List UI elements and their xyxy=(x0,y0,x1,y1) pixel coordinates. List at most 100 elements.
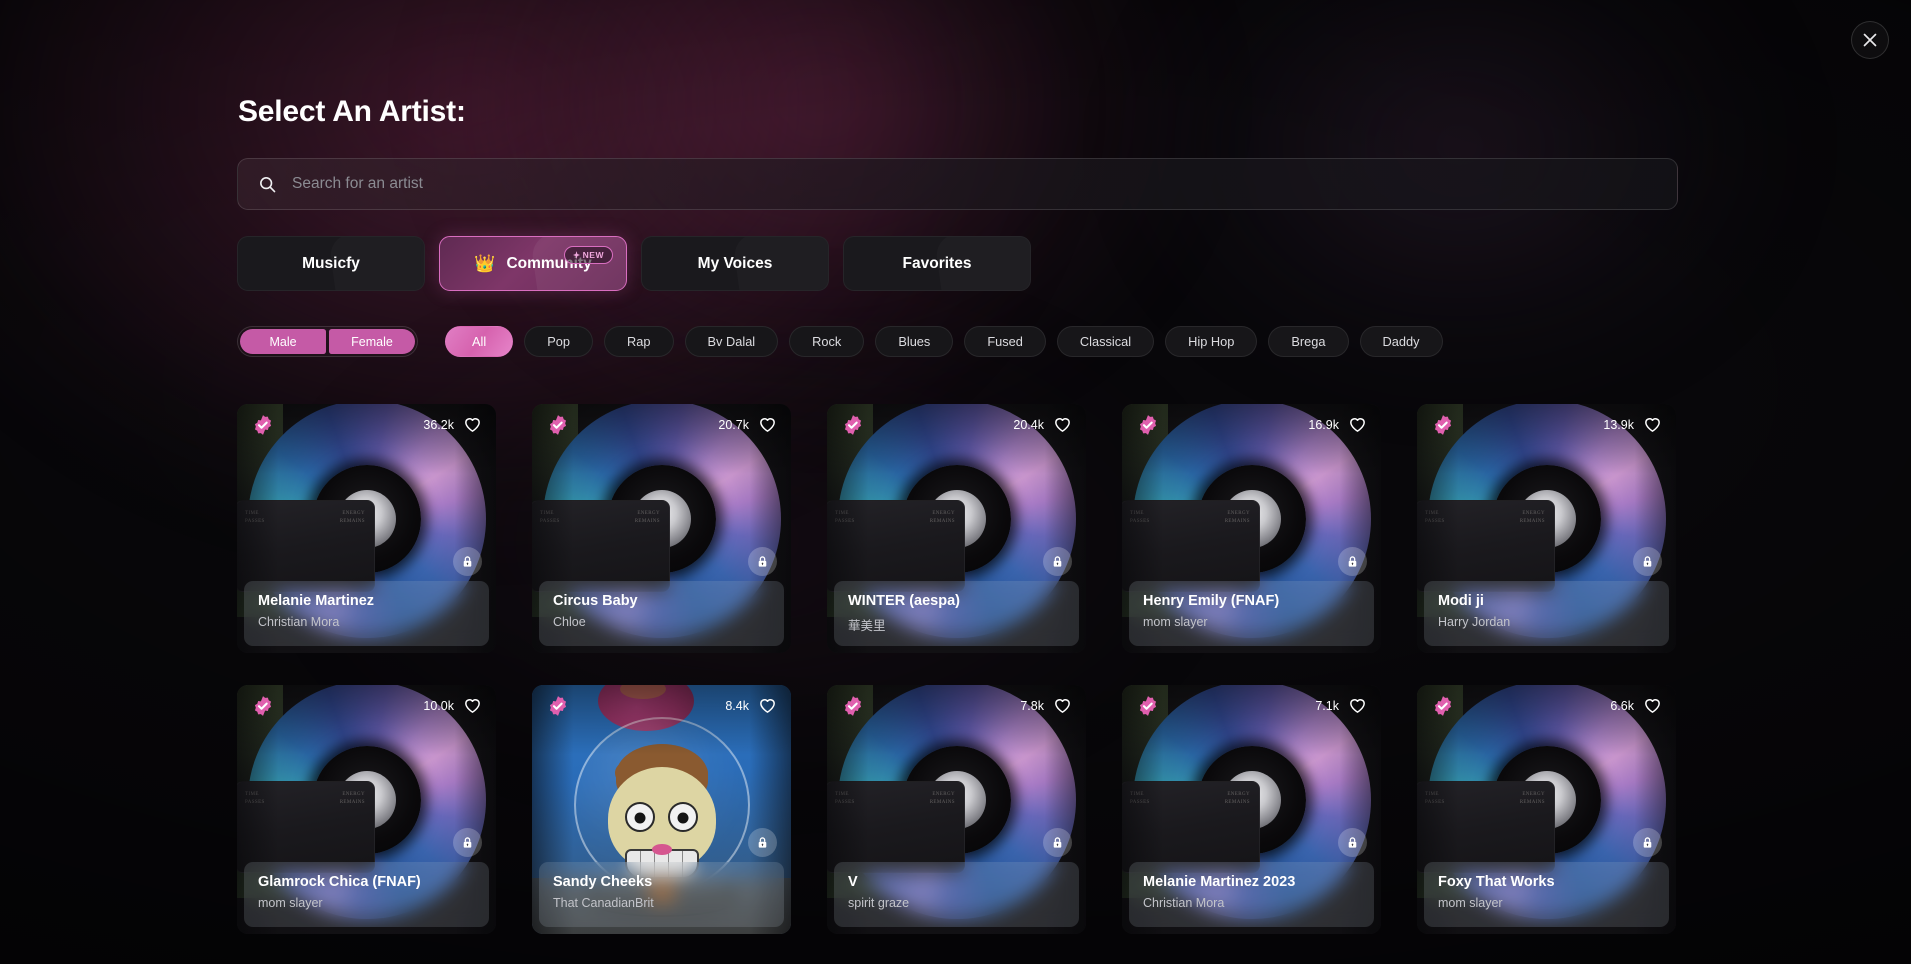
artist-card[interactable]: TIMEPASSESENERGYREMAINS10.0kGlamrock Chi… xyxy=(237,685,496,934)
lock-button[interactable] xyxy=(1633,828,1662,857)
new-badge-label: NEW xyxy=(582,250,604,260)
artist-card[interactable]: TIMEPASSESENERGYREMAINS16.9kHenry Emily … xyxy=(1122,404,1381,653)
genre-chip-blues[interactable]: Blues xyxy=(875,326,954,357)
like-count: 13.9k xyxy=(1603,417,1634,432)
new-badge: NEW xyxy=(563,246,613,264)
like-control[interactable]: 8.4k xyxy=(725,696,777,715)
source-tabs: Musicfy NEW 👑 Community My Voices Favori… xyxy=(237,236,1031,291)
like-control[interactable]: 36.2k xyxy=(423,415,482,434)
search-input[interactable] xyxy=(292,159,1657,209)
artist-creator: 華美里 xyxy=(848,619,886,633)
artist-name: Melanie Martinez xyxy=(258,593,375,609)
like-control[interactable]: 20.4k xyxy=(1013,415,1072,434)
verified-badge xyxy=(1432,695,1454,717)
tab-favorites[interactable]: Favorites xyxy=(843,236,1031,291)
genre-chip-rap[interactable]: Rap xyxy=(604,326,674,357)
close-button[interactable] xyxy=(1851,21,1889,59)
lock-icon xyxy=(1348,556,1357,567)
like-control[interactable]: 16.9k xyxy=(1308,415,1367,434)
like-count: 10.0k xyxy=(423,698,454,713)
artist-name: Glamrock Chica (FNAF) xyxy=(258,874,421,890)
artist-name: Circus Baby xyxy=(553,593,638,609)
artist-name: Sandy Cheeks xyxy=(553,874,653,890)
artist-card[interactable]: TIMEPASSESENERGYREMAINS20.4kWINTER (aesp… xyxy=(827,404,1086,653)
lock-icon xyxy=(463,556,472,567)
lock-button[interactable] xyxy=(748,547,777,576)
lock-button[interactable] xyxy=(1633,547,1662,576)
genre-chip-classical[interactable]: Classical xyxy=(1056,326,1155,357)
genre-chip-daddy[interactable]: Daddy xyxy=(1359,326,1443,357)
like-heart-icon[interactable] xyxy=(1643,696,1662,715)
like-heart-icon[interactable] xyxy=(463,415,482,434)
like-control[interactable]: 7.8k xyxy=(1020,696,1072,715)
artist-nameplate: Glamrock Chica (FNAF) mom slayer xyxy=(244,862,489,927)
tab-community[interactable]: NEW 👑 Community xyxy=(439,236,627,291)
gender-filter-female[interactable]: Female xyxy=(329,329,415,354)
artist-nameplate: Foxy That Works mom slayer xyxy=(1424,862,1669,927)
genre-chip-fused[interactable]: Fused xyxy=(964,326,1046,357)
artist-nameplate: Melanie Martinez 2023 Christian Mora xyxy=(1129,862,1374,927)
like-heart-icon[interactable] xyxy=(1643,415,1662,434)
gender-filter-male[interactable]: Male xyxy=(240,329,326,354)
artist-name: Foxy That Works xyxy=(1438,874,1555,890)
verified-badge-icon xyxy=(549,696,567,716)
genre-chip-label: Hip Hop xyxy=(1188,334,1235,349)
tab-my-voices[interactable]: My Voices xyxy=(641,236,829,291)
search-bar[interactable] xyxy=(237,158,1678,210)
genre-chip-label: Fused xyxy=(987,334,1023,349)
lock-button[interactable] xyxy=(453,547,482,576)
like-control[interactable]: 10.0k xyxy=(423,696,482,715)
lock-icon xyxy=(1348,837,1357,848)
lock-button[interactable] xyxy=(1043,547,1072,576)
modal-content: Select An Artist: Musicfy NEW xyxy=(237,0,1682,964)
sparkle-icon xyxy=(572,251,580,259)
genre-chip-pop[interactable]: Pop xyxy=(524,326,594,357)
artist-creator: mom slayer xyxy=(1143,615,1208,629)
artist-grid: TIMEPASSESENERGYREMAINS36.2kMelanie Mart… xyxy=(237,404,1676,934)
lock-icon xyxy=(1053,837,1062,848)
artist-card[interactable]: TIMEPASSESENERGYREMAINS36.2kMelanie Mart… xyxy=(237,404,496,653)
artist-card[interactable]: TIMEPASSESENERGYREMAINS13.9kModi jiHarry… xyxy=(1417,404,1676,653)
artist-card[interactable]: TIMEPASSESENERGYREMAINS7.8kVspirit graze xyxy=(827,685,1086,934)
gender-filter-male-label: Male xyxy=(269,334,297,349)
character-tongue xyxy=(651,844,672,856)
genre-chip-label: Blues xyxy=(898,334,931,349)
artist-card[interactable]: TIMEPASSESENERGYREMAINS7.1kMelanie Marti… xyxy=(1122,685,1381,934)
like-control[interactable]: 13.9k xyxy=(1603,415,1662,434)
artist-name: V xyxy=(848,874,858,890)
lock-button[interactable] xyxy=(1338,828,1367,857)
genre-chip-bv-dalal[interactable]: Bv Dalal xyxy=(684,326,779,357)
lock-button[interactable] xyxy=(1338,547,1367,576)
verified-badge-icon xyxy=(1434,415,1452,435)
artist-nameplate: Circus Baby Chloe xyxy=(539,581,784,646)
genre-chip-hip-hop[interactable]: Hip Hop xyxy=(1165,326,1258,357)
lock-button[interactable] xyxy=(453,828,482,857)
like-control[interactable]: 7.1k xyxy=(1315,696,1367,715)
artist-card[interactable]: TIMEPASSESENERGYREMAINS20.7kCircus BabyC… xyxy=(532,404,791,653)
like-heart-icon[interactable] xyxy=(1348,696,1367,715)
artist-card[interactable]: TIMEPASSESENERGYREMAINS6.6kFoxy That Wor… xyxy=(1417,685,1676,934)
genre-chip-rock[interactable]: Rock xyxy=(789,326,865,357)
like-control[interactable]: 20.7k xyxy=(718,415,777,434)
lock-icon xyxy=(1643,837,1652,848)
artist-card[interactable]: 8.4k Sandy Cheeks That CanadianBrit xyxy=(532,685,791,934)
like-heart-icon[interactable] xyxy=(1348,415,1367,434)
genre-chip-label: Rock xyxy=(812,334,842,349)
lock-button[interactable] xyxy=(1043,828,1072,857)
artist-creator: Harry Jordan xyxy=(1438,615,1511,629)
genre-chip-brega[interactable]: Brega xyxy=(1268,326,1349,357)
like-count: 16.9k xyxy=(1308,417,1339,432)
artist-creator: mom slayer xyxy=(1438,896,1503,910)
genre-chip-all[interactable]: All xyxy=(445,326,514,357)
like-heart-icon[interactable] xyxy=(758,415,777,434)
tab-musicfy[interactable]: Musicfy xyxy=(237,236,425,291)
like-heart-icon[interactable] xyxy=(758,696,777,715)
genre-chip-label: Classical xyxy=(1079,334,1132,349)
lock-button[interactable] xyxy=(748,828,777,857)
search-icon xyxy=(260,176,276,192)
like-heart-icon[interactable] xyxy=(1053,415,1072,434)
like-count: 36.2k xyxy=(423,417,454,432)
like-heart-icon[interactable] xyxy=(1053,696,1072,715)
like-control[interactable]: 6.6k xyxy=(1610,696,1662,715)
like-heart-icon[interactable] xyxy=(463,696,482,715)
